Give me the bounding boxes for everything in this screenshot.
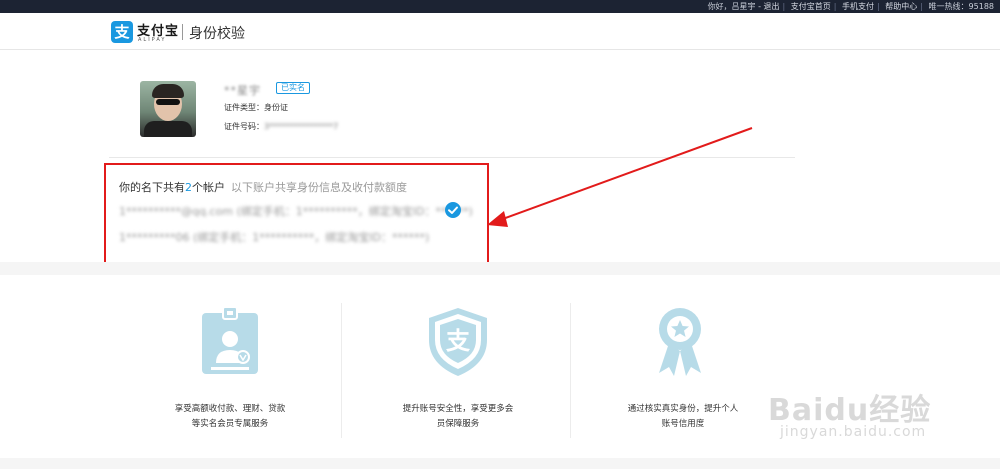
section-separator bbox=[0, 262, 1000, 275]
award-ribbon-icon bbox=[659, 308, 701, 376]
feature-description: 通过核实真实身份，提升个人 账号信用度 bbox=[627, 404, 739, 429]
feature-description: 提升账号安全性，享受更多会 员保障服务 bbox=[402, 404, 514, 429]
id-card-icon bbox=[202, 307, 258, 374]
feature-divider bbox=[570, 303, 571, 438]
shield-alipay-icon: 支 bbox=[429, 308, 487, 376]
section-separator bbox=[0, 458, 1000, 469]
feature-divider bbox=[341, 303, 342, 438]
watermark-url: jingyan.baidu.com bbox=[780, 424, 927, 440]
svg-text:支: 支 bbox=[446, 327, 471, 355]
watermark-logo: Baidu经验 bbox=[768, 393, 932, 428]
feature-description: 享受高额收付款、理财、贷款 等实名会员专属服务 bbox=[174, 404, 286, 429]
